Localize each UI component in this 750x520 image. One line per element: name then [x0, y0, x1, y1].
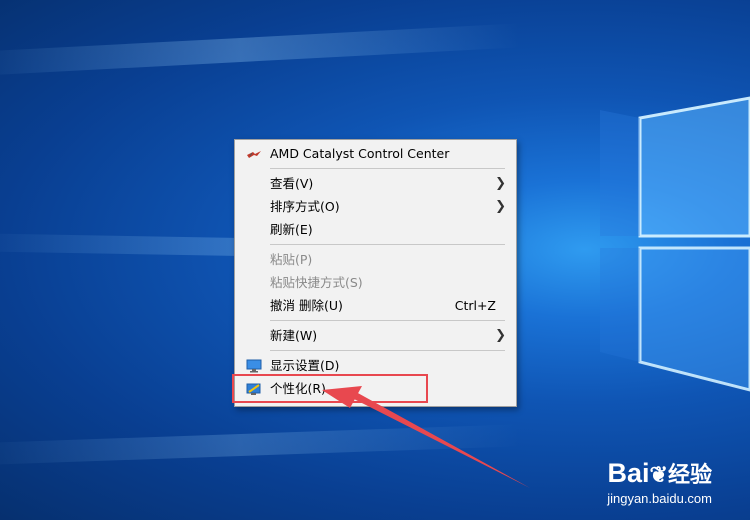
menu-item-label: 查看(V) [270, 176, 314, 191]
menu-item-paste[interactable]: 粘贴(P) [235, 249, 516, 271]
display-settings-icon [246, 359, 262, 373]
highlight-box [232, 374, 428, 403]
paw-icon: ❦ [649, 462, 668, 487]
menu-item-label: 排序方式(O) [270, 199, 340, 214]
watermark-url: jingyan.baidu.com [607, 491, 712, 506]
menu-item-sort-by[interactable]: 排序方式(O) ❯ [235, 196, 516, 218]
baidu-jingyan-watermark: Bai❦经验 jingyan.baidu.com [607, 457, 712, 506]
menu-item-refresh[interactable]: 刷新(E) [235, 219, 516, 241]
desktop-context-menu: AMD Catalyst Control Center 查看(V) ❯ 排序方式… [234, 139, 517, 407]
menu-item-undo-delete[interactable]: 撤消 删除(U) Ctrl+Z [235, 295, 516, 317]
menu-separator [270, 350, 505, 351]
menu-item-label: 撤消 删除(U) [270, 298, 343, 313]
chevron-right-icon: ❯ [495, 176, 506, 191]
menu-item-label: 刷新(E) [270, 222, 313, 237]
menu-item-shortcut: Ctrl+Z [454, 298, 496, 313]
menu-separator [270, 168, 505, 169]
menu-item-label: AMD Catalyst Control Center [270, 146, 450, 161]
chevron-right-icon: ❯ [495, 199, 506, 214]
menu-item-paste-shortcut[interactable]: 粘贴快捷方式(S) [235, 272, 516, 294]
watermark-brand-cn: 经验 [667, 462, 712, 487]
chevron-right-icon: ❯ [495, 328, 506, 343]
menu-separator [270, 320, 505, 321]
menu-item-label: 粘贴(P) [270, 252, 313, 267]
menu-item-new[interactable]: 新建(W) ❯ [235, 325, 516, 347]
menu-item-amd-catalyst[interactable]: AMD Catalyst Control Center [235, 143, 516, 165]
menu-item-view[interactable]: 查看(V) ❯ [235, 173, 516, 195]
amd-catalyst-icon [247, 151, 261, 158]
menu-item-label: 新建(W) [270, 328, 318, 343]
menu-item-label: 粘贴快捷方式(S) [270, 275, 363, 290]
watermark-brand: Bai [607, 458, 650, 488]
menu-separator [270, 244, 505, 245]
